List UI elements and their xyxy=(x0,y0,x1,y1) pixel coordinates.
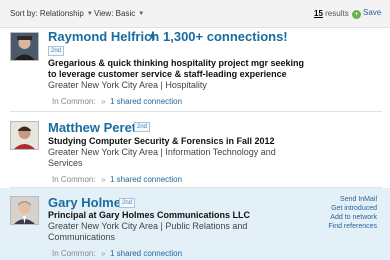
profile-photo[interactable] xyxy=(10,32,39,61)
chevron-down-icon: ▼ xyxy=(138,11,145,17)
location-industry: Greater New York City Area | Hospitality xyxy=(48,80,207,90)
find-references-link[interactable]: Find references xyxy=(325,222,377,231)
result-actions: Send InMail Get introduced Add to networ… xyxy=(325,195,377,231)
location-industry-cont: Communications xyxy=(48,232,116,242)
view-value[interactable]: Basic xyxy=(116,9,136,18)
headline-line-1: Gregarious & quick thinking hospitality … xyxy=(48,58,305,68)
profile-photo[interactable] xyxy=(10,121,39,150)
view-label: View: xyxy=(94,9,114,18)
get-introduced-link[interactable]: Get introduced xyxy=(325,204,377,213)
person-name[interactable]: Gary Holmes xyxy=(48,195,128,210)
results-toolbar: Sort by: Relationship ▼ View: Basic ▼ 15 r… xyxy=(0,0,390,28)
location-industry: Greater New York City Area | Public Rela… xyxy=(48,221,248,231)
search-result-row: Gary Holmes 2nd Principal at Gary Holmes… xyxy=(0,188,390,260)
shared-connection-link[interactable]: 1 shared connection xyxy=(110,249,182,258)
results-suffix: results xyxy=(325,9,349,18)
chevron-down-icon: ▼ xyxy=(86,11,93,17)
in-common-label: In Common: xyxy=(52,97,96,106)
send-inmail-link[interactable]: Send InMail xyxy=(325,195,377,204)
search-result-row: Matthew Peretz 2nd Studying Computer Sec… xyxy=(0,113,390,189)
in-common-label: In Common: xyxy=(52,175,96,184)
headline-line-1: Principal at Gary Holmes Communications … xyxy=(48,210,251,220)
profile-photo[interactable] xyxy=(10,196,39,225)
plus-icon: + xyxy=(352,10,361,19)
headline-line-2: to leverage customer service & staff-lea… xyxy=(48,69,287,79)
add-to-network-link[interactable]: Add to network xyxy=(325,213,377,222)
divider xyxy=(10,111,382,112)
shared-connection-link[interactable]: 1 shared connection xyxy=(110,97,182,106)
results-number[interactable]: 15 xyxy=(314,9,323,18)
connections-count: 1,300+ connections! xyxy=(163,29,288,44)
save-search-button[interactable]: + Save xyxy=(352,8,381,19)
view-dropdown[interactable]: View: Basic ▼ xyxy=(94,9,144,18)
degree-badge: 2nd xyxy=(119,198,136,208)
person-name[interactable]: Matthew Peretz xyxy=(48,120,143,135)
degree-badge: 2nd xyxy=(134,122,151,132)
sort-value[interactable]: Relationship xyxy=(40,9,84,18)
search-result-row: Raymond Helfrich ★ 1,300+ connections! 2… xyxy=(0,28,390,110)
star-icon: ★ xyxy=(147,29,158,43)
save-label: Save xyxy=(363,8,382,17)
expand-icon[interactable]: » xyxy=(101,97,105,106)
expand-icon[interactable]: » xyxy=(101,249,105,258)
location-industry: Greater New York City Area | Information… xyxy=(48,147,276,157)
expand-icon[interactable]: » xyxy=(101,175,105,184)
sort-dropdown[interactable]: Sort by: Relationship ▼ xyxy=(10,9,93,18)
degree-badge: 2nd xyxy=(48,46,65,56)
shared-connection-link[interactable]: 1 shared connection xyxy=(110,175,182,184)
person-name[interactable]: Raymond Helfrich xyxy=(48,29,159,44)
results-count: 15 results xyxy=(314,9,349,18)
location-industry-cont: Services xyxy=(48,158,83,168)
sort-label: Sort by: xyxy=(10,9,38,18)
in-common-label: In Common: xyxy=(52,249,96,258)
headline-line-1: Studying Computer Security & Forensics i… xyxy=(48,136,275,146)
